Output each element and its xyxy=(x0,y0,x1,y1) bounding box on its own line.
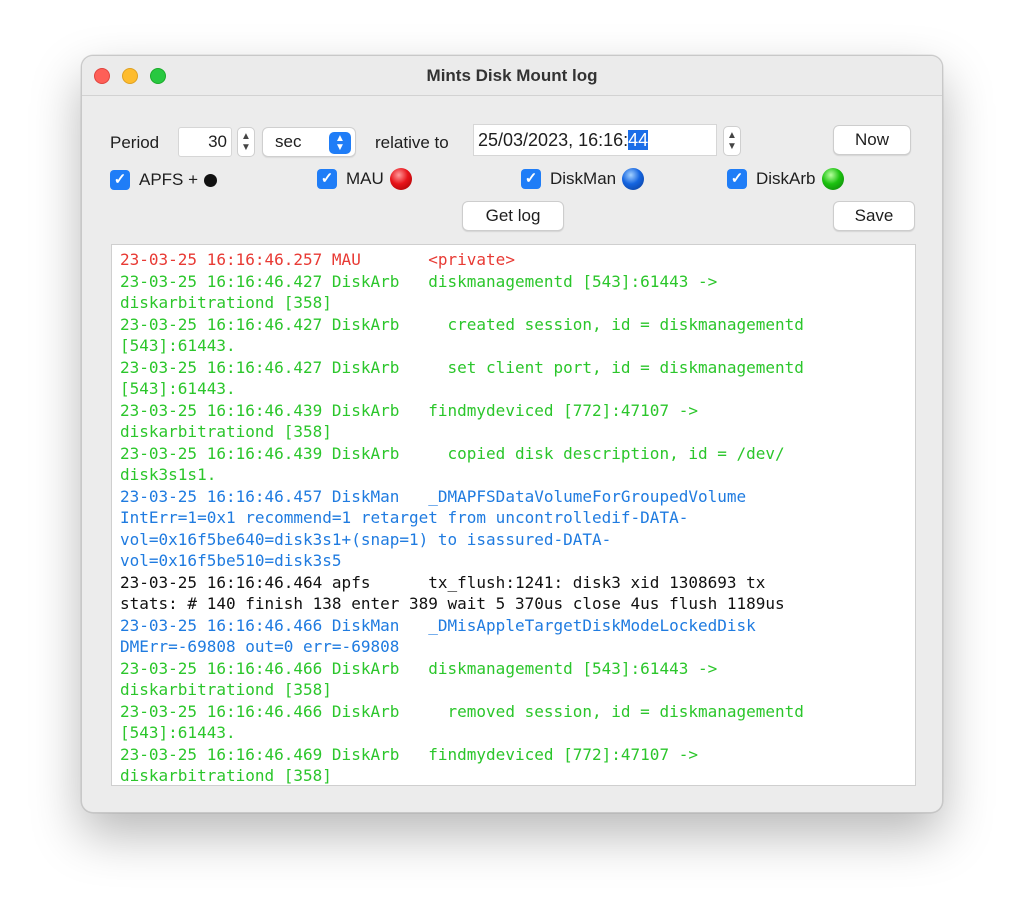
unit-popup-value: sec xyxy=(275,132,302,151)
stepper-down-icon: ▼ xyxy=(727,141,737,152)
red-dot-icon xyxy=(389,168,412,190)
log-line: stats: # 140 finish 138 enter 389 wait 5… xyxy=(120,594,785,613)
log-line: 23-03-25 16:16:46.469 DiskArb findmydevi… xyxy=(120,744,698,764)
checkbox-checked-icon[interactable]: ✓ xyxy=(727,169,747,189)
get-log-button[interactable]: Get log xyxy=(462,201,564,231)
log-line: diskarbitrationd [358] xyxy=(120,422,332,441)
filter-diskarb[interactable]: ✓ DiskArb xyxy=(727,168,844,190)
checkbox-checked-icon[interactable]: ✓ xyxy=(317,169,337,189)
save-button[interactable]: Save xyxy=(833,201,915,231)
log-line: 23-03-25 16:16:46.466 DiskMan _DMisApple… xyxy=(120,615,756,635)
log-line: IntErr=1=0x1 recommend=1 retarget from u… xyxy=(120,508,689,527)
log-text-view[interactable]: 23-03-25 16:16:46.257 MAU <private> 23-03… xyxy=(111,244,916,786)
log-line: 23-03-25 16:16:46.427 DiskArb diskmanage… xyxy=(120,271,718,291)
filter-apfs-label: APFS + xyxy=(139,170,199,189)
period-stepper[interactable]: ▲ ▼ xyxy=(237,127,255,157)
log-line: vol=0x16f5be510=disk3s5 xyxy=(120,551,342,570)
stepper-up-icon: ▲ xyxy=(241,131,251,142)
log-line: vol=0x16f5be640=disk3s1+(snap=1) to isas… xyxy=(120,529,612,549)
log-line: [543]:61443. xyxy=(120,336,236,355)
window-title: Mints Disk Mount log xyxy=(426,66,598,85)
log-line: 23-03-25 16:16:46.466 DiskArb diskmanage… xyxy=(120,658,718,678)
period-label: Period xyxy=(110,133,160,152)
checkbox-checked-icon[interactable]: ✓ xyxy=(110,170,130,190)
popup-chevron-icon: ▲ ▼ xyxy=(329,132,351,154)
log-line: 23-03-25 16:16:46.257 MAU <private> xyxy=(120,250,515,269)
log-line: 23-03-25 16:16:46.457 DiskMan _DMAPFSDat… xyxy=(120,486,747,506)
filter-diskman[interactable]: ✓ DiskMan xyxy=(521,168,645,190)
log-line: 23-03-25 16:16:46.466 DiskArb removed se… xyxy=(120,701,804,721)
unit-popup[interactable]: sec ▲ ▼ xyxy=(262,127,356,157)
checkbox-checked-icon[interactable]: ✓ xyxy=(521,169,541,189)
log-line: [543]:61443. xyxy=(120,723,236,742)
filter-mau-label: MAU xyxy=(346,169,384,188)
period-input[interactable]: 30 xyxy=(178,127,232,157)
filter-mau[interactable]: ✓ MAU xyxy=(317,168,412,190)
date-time-input[interactable]: 25/03/2023, 16:16:44 xyxy=(473,124,717,156)
blue-dot-icon xyxy=(622,168,645,190)
relative-to-label: relative to xyxy=(375,133,449,152)
stepper-up-icon: ▲ xyxy=(727,130,737,141)
log-line: DMErr=-69808 out=0 err=-69808 xyxy=(120,637,400,656)
green-dot-icon xyxy=(821,168,844,190)
stepper-down-icon: ▼ xyxy=(241,142,251,153)
log-line: 23-03-25 16:16:46.464 apfs tx_flush:1241… xyxy=(120,572,766,592)
filter-diskman-label: DiskMan xyxy=(550,169,617,188)
log-line: 23-03-25 16:16:46.439 DiskArb findmydevi… xyxy=(120,400,698,420)
black-dot-icon xyxy=(204,173,218,187)
title-bar: Mints Disk Mount log xyxy=(82,56,942,96)
log-line: 23-03-25 16:16:46.427 DiskArb created se… xyxy=(120,314,804,334)
log-line: disk3s1s1. xyxy=(120,465,217,484)
log-line: 23-03-25 16:16:46.439 DiskArb copied dis… xyxy=(120,443,785,463)
log-line: 23-03-25 16:16:46.427 DiskArb set client… xyxy=(120,357,804,377)
date-time-text: 25/03/2023, 16:16: xyxy=(478,130,629,150)
date-seconds-selection: 44 xyxy=(628,130,649,150)
filter-diskarb-label: DiskArb xyxy=(756,169,816,188)
filter-apfs[interactable]: ✓ APFS + xyxy=(110,170,218,190)
app-window: Mints Disk Mount log Period 30 ▲ ▼ sec ▲… xyxy=(81,55,943,813)
now-button[interactable]: Now xyxy=(833,125,911,155)
log-line: [543]:61443. xyxy=(120,379,236,398)
log-line: diskarbitrationd [358] xyxy=(120,293,332,312)
log-line: diskarbitrationd [358] xyxy=(120,680,332,699)
date-stepper[interactable]: ▲ ▼ xyxy=(723,126,741,156)
log-line: diskarbitrationd [358] xyxy=(120,766,332,785)
